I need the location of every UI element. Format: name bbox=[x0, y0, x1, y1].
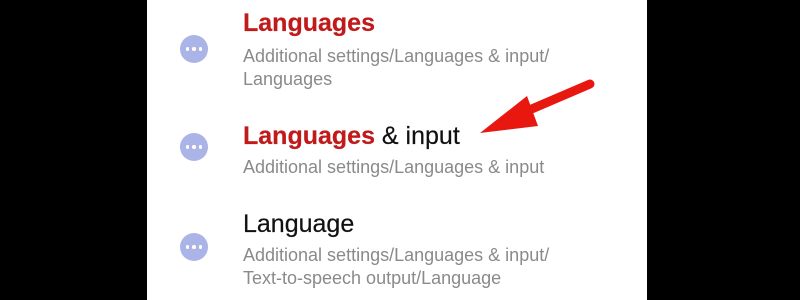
result-title: Languages & input bbox=[243, 121, 460, 151]
title-highlight: Languages bbox=[243, 9, 375, 37]
more-dots-icon bbox=[180, 35, 208, 63]
search-result-language[interactable]: Language Additional settings/Languages &… bbox=[147, 195, 647, 300]
title-highlight: Languages bbox=[243, 122, 375, 150]
result-title: Language bbox=[243, 209, 354, 239]
search-results-panel: Languages Additional settings/Languages … bbox=[147, 0, 647, 300]
result-path-line1: Additional settings/Languages & input/ bbox=[243, 46, 550, 66]
result-path-line1: Additional settings/Languages & input bbox=[243, 157, 545, 177]
title-rest: & input bbox=[374, 122, 460, 150]
search-result-languages[interactable]: Languages Additional settings/Languages … bbox=[147, 0, 647, 100]
result-path-line2: Languages bbox=[243, 69, 333, 89]
more-dots-icon bbox=[180, 233, 208, 261]
search-result-languages-input[interactable]: Languages & input Additional settings/La… bbox=[147, 100, 647, 195]
result-path-line1: Additional settings/Languages & input/ bbox=[243, 245, 550, 265]
title-rest: Language bbox=[243, 210, 355, 238]
result-title: Languages bbox=[243, 8, 375, 38]
more-dots-icon bbox=[180, 133, 208, 161]
result-path-line2: Text-to-speech output/Language bbox=[243, 268, 502, 288]
